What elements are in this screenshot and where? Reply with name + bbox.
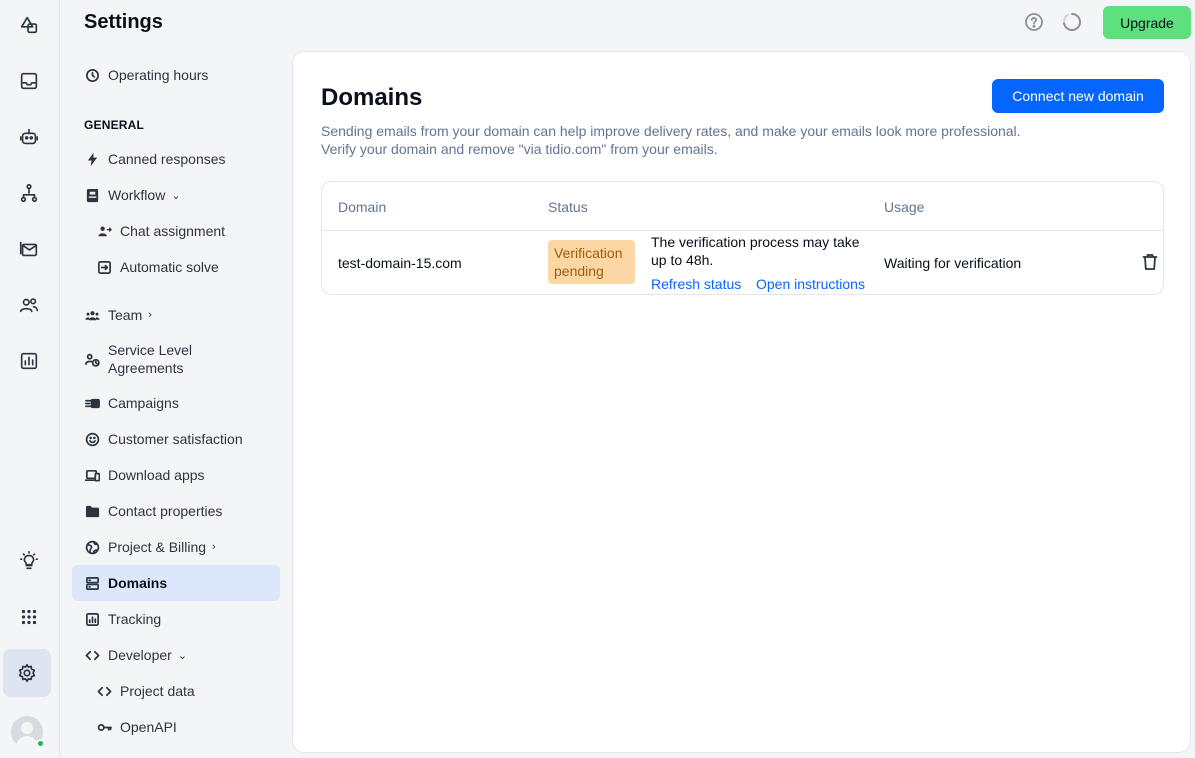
clock-icon	[84, 67, 100, 83]
sidebar-item-label: Team	[108, 307, 143, 323]
sidebar-item-label: Service Level Agreements	[108, 341, 192, 377]
connect-new-domain-button[interactable]: Connect new domain	[992, 79, 1164, 113]
globe-icon	[84, 539, 100, 555]
campaigns-icon	[84, 395, 100, 411]
chart-icon	[84, 611, 100, 627]
settings-title: Settings	[84, 11, 163, 33]
section-general-heading: GENERAL	[84, 118, 145, 132]
divider	[322, 230, 1163, 231]
page-title: Domains	[321, 84, 423, 111]
sidebar-item-label: Customer satisfaction	[108, 431, 243, 447]
flows-icon[interactable]	[6, 170, 52, 216]
team-icon	[84, 307, 100, 323]
code-icon	[96, 683, 112, 699]
sidebar-item-label: Campaigns	[108, 395, 179, 411]
column-header-status: Status	[548, 199, 588, 215]
key-icon	[96, 719, 112, 735]
sidebar-item-label: Domains	[108, 575, 168, 591]
status-badge-line2: pending	[554, 263, 604, 279]
sidebar-item-developer[interactable]: Developer ⌄	[72, 637, 280, 673]
sidebar-item-team[interactable]: Team ›	[72, 297, 280, 333]
column-header-usage: Usage	[884, 199, 925, 215]
app-rail	[0, 0, 60, 758]
bot-icon[interactable]	[6, 114, 52, 160]
sidebar-item-label: Project data	[120, 683, 195, 699]
sidebar-item-chat-assignment[interactable]: Chat assignment	[76, 213, 280, 249]
sidebar-item-label: Canned responses	[108, 151, 226, 167]
status-badge-line1: Verification	[554, 245, 623, 261]
domains-panel: Domains Connect new domain Sending email…	[292, 51, 1191, 753]
open-instructions-link[interactable]: Open instructions	[756, 276, 865, 292]
sidebar-item-contact-properties[interactable]: Contact properties	[72, 493, 280, 529]
sidebar-item-domains[interactable]: Domains	[72, 565, 280, 601]
mail-icon[interactable]	[6, 226, 52, 272]
refresh-status-link[interactable]: Refresh status	[651, 276, 741, 292]
chevron-right-icon: ›	[212, 541, 216, 553]
apps-grid-icon[interactable]	[6, 594, 52, 640]
loading-spinner-icon	[1061, 11, 1083, 33]
help-icon[interactable]	[1023, 11, 1045, 33]
verification-message: The verification process may take up to …	[651, 234, 860, 268]
chevron-right-icon: ›	[148, 309, 152, 321]
exit-arrow-icon	[96, 259, 112, 275]
sidebar-item-label: Workflow	[108, 187, 166, 203]
devices-icon	[84, 467, 100, 483]
folder-icon	[84, 503, 100, 519]
description-line: Verify your domain and remove "via tidio…	[321, 141, 718, 157]
smile-icon	[84, 431, 100, 447]
sidebar-item-label: Chat assignment	[120, 223, 226, 239]
sla-icon	[84, 351, 100, 367]
trash-icon[interactable]	[1142, 253, 1160, 271]
code-icon	[84, 647, 100, 663]
sidebar-item-canned-responses[interactable]: Canned responses	[72, 141, 280, 177]
sidebar-item-workflow[interactable]: Workflow ⌄	[72, 177, 280, 213]
workflow-icon	[84, 187, 100, 203]
server-icon	[84, 575, 100, 591]
chevron-down-icon: ⌄	[177, 649, 188, 662]
sidebar-item-label: Tracking	[108, 611, 162, 627]
sidebar-item-project-billing[interactable]: Project & Billing ›	[72, 529, 280, 565]
page-description: Sending emails from your domain can help…	[321, 122, 1081, 158]
settings-gear-icon[interactable]	[3, 649, 51, 697]
analytics-icon[interactable]	[6, 338, 52, 384]
domain-name: test-domain-15.com	[338, 255, 462, 271]
lightbulb-icon[interactable]	[6, 538, 52, 584]
lightning-icon	[84, 151, 100, 167]
sla-label-line2: Agreements	[108, 360, 184, 376]
status-badge: Verification pending	[548, 240, 635, 284]
inbox-icon[interactable]	[6, 58, 52, 104]
domains-table: Domain Status Usage test-domain-15.com V…	[321, 181, 1164, 295]
usage-status: Waiting for verification	[884, 255, 1022, 271]
online-status-dot	[36, 739, 45, 748]
chevron-down-icon: ⌄	[171, 189, 181, 202]
column-header-domain: Domain	[338, 199, 387, 215]
sidebar-item-sla[interactable]: Service Level Agreements	[72, 337, 280, 381]
sidebar-item-operating-hours[interactable]: Operating hours	[72, 57, 280, 93]
sidebar-item-label: Automatic solve	[120, 259, 219, 275]
sidebar-item-automatic-solve[interactable]: Automatic solve	[76, 249, 280, 285]
sidebar-item-label: Download apps	[108, 467, 205, 483]
contacts-icon[interactable]	[6, 282, 52, 328]
description-line: Sending emails from your domain can help…	[321, 123, 1021, 139]
sidebar-item-label: OpenAPI	[120, 719, 177, 735]
sidebar-item-label: Developer	[108, 647, 172, 663]
shapes-icon[interactable]	[6, 2, 52, 48]
chat-assignment-icon	[96, 223, 112, 239]
sidebar-item-label: Project & Billing	[108, 539, 207, 555]
sidebar-item-project-data[interactable]: Project data	[76, 673, 280, 709]
sidebar-item-openapi[interactable]: OpenAPI	[76, 709, 280, 745]
sidebar-item-campaigns[interactable]: Campaigns	[72, 385, 280, 421]
sidebar-item-label: Contact properties	[108, 503, 223, 519]
sidebar-item-download-apps[interactable]: Download apps	[72, 457, 280, 493]
upgrade-button[interactable]: Upgrade	[1103, 6, 1191, 39]
sidebar-item-customer-satisfaction[interactable]: Customer satisfaction	[72, 421, 280, 457]
sidebar-item-tracking[interactable]: Tracking	[72, 601, 280, 637]
sla-label-line1: Service Level	[108, 342, 193, 358]
sidebar-item-label: Operating hours	[108, 67, 209, 83]
